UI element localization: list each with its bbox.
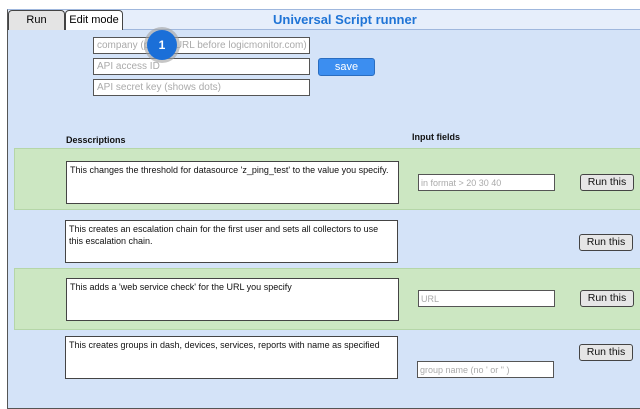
page-title: Universal Script runner [273, 12, 417, 27]
company-input[interactable]: company (part of URL before logicmonitor… [93, 37, 310, 54]
save-button[interactable]: save [318, 58, 375, 76]
step-marker-badge: 1 [147, 30, 177, 60]
script-description[interactable]: This changes the threshold for datasourc… [66, 161, 399, 204]
api-access-id-input[interactable]: API access ID [93, 58, 310, 75]
url-input[interactable]: URL [418, 290, 555, 307]
run-button[interactable]: Run this [580, 290, 634, 307]
tab-run[interactable]: Run [8, 10, 65, 30]
script-description[interactable]: This creates an escalation chain for the… [65, 220, 398, 263]
input-fields-header: Input fields [412, 132, 460, 142]
script-row: This creates groups in dash, devices, se… [14, 330, 640, 392]
tab-bar: Run Edit mode Universal Script runner [8, 10, 640, 30]
script-row: This changes the threshold for datasourc… [14, 148, 640, 210]
run-button[interactable]: Run this [579, 344, 633, 361]
app-window: Run Edit mode Universal Script runner co… [7, 9, 640, 409]
api-secret-key-input[interactable]: API secret key (shows dots) [93, 79, 310, 96]
script-row: This creates an escalation chain for the… [14, 210, 640, 272]
script-description[interactable]: This adds a 'web service check' for the … [66, 278, 399, 321]
tab-edit-mode[interactable]: Edit mode [65, 10, 123, 30]
group-name-input[interactable]: group name (no ' or " ) [417, 361, 554, 378]
script-description[interactable]: This creates groups in dash, devices, se… [65, 336, 398, 379]
descriptions-header: Desscriptions [66, 135, 126, 145]
threshold-input[interactable]: in format > 20 30 40 [418, 174, 555, 191]
run-button[interactable]: Run this [579, 234, 633, 251]
script-row: This adds a 'web service check' for the … [14, 268, 640, 330]
run-button[interactable]: Run this [580, 174, 634, 191]
